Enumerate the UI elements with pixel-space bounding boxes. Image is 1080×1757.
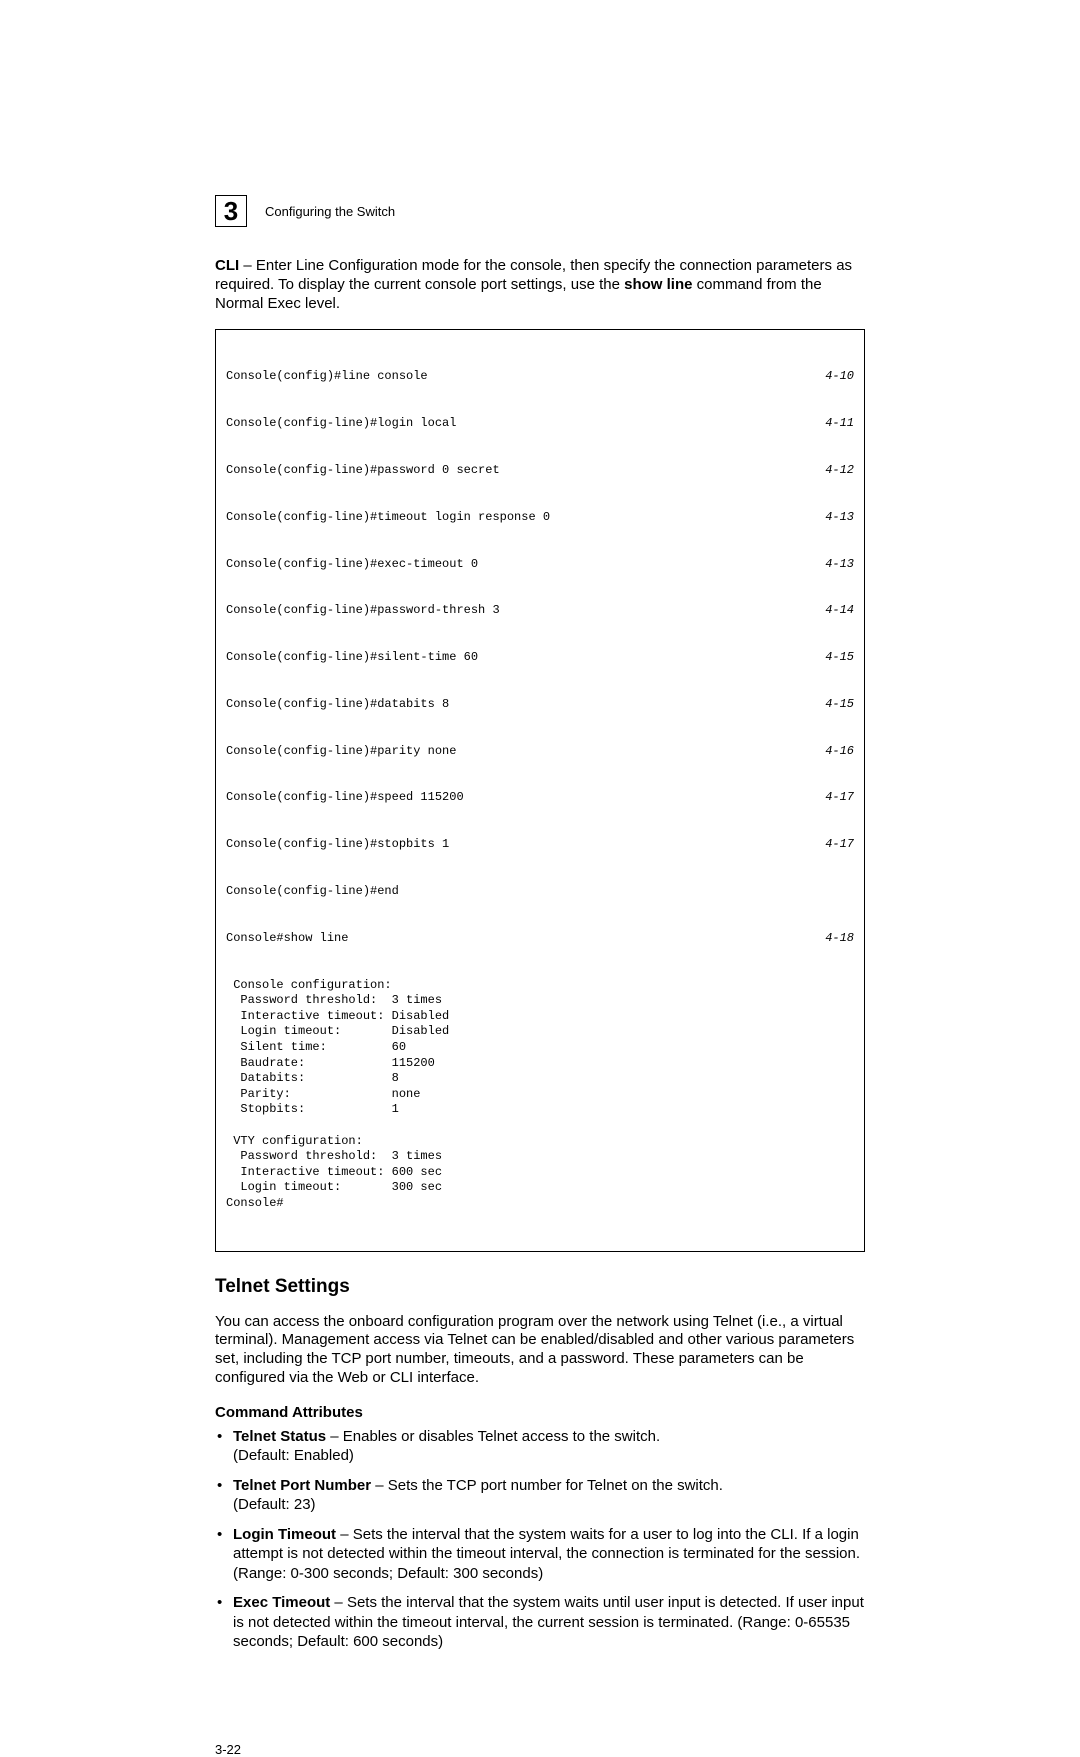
code-cmd: Console(config-line)#end bbox=[226, 884, 399, 900]
code-ref: 4-11 bbox=[825, 416, 854, 432]
page-number: 3-22 bbox=[215, 1742, 865, 1757]
code-ref: 4-15 bbox=[825, 650, 854, 666]
code-row: Console(config-line)#end bbox=[226, 884, 854, 900]
section-heading: Telnet Settings bbox=[215, 1276, 865, 1298]
code-row: Console(config-line)#databits 8 4-15 bbox=[226, 697, 854, 713]
code-ref: 4-12 bbox=[825, 463, 854, 479]
intro-show-line: show line bbox=[624, 276, 692, 293]
code-row: Console(config)#line console 4-10 bbox=[226, 369, 854, 385]
cli-code-block: Console(config)#line console 4-10 Console… bbox=[215, 329, 865, 1251]
code-row: Console(config-line)#password 0 secret 4-… bbox=[226, 463, 854, 479]
page-content: 3 Configuring the Switch CLI – Enter Lin… bbox=[0, 0, 1080, 1757]
code-ref: 4-17 bbox=[825, 837, 854, 853]
code-row: Console(config-line)#password-thresh 3 4-… bbox=[226, 603, 854, 619]
attr-name: Login Timeout bbox=[233, 1526, 336, 1543]
command-attributes-list: Telnet Status – Enables or disables Teln… bbox=[215, 1427, 865, 1652]
page-header: 3 Configuring the Switch bbox=[215, 195, 865, 227]
code-ref: 4-17 bbox=[825, 790, 854, 806]
code-row: Console(config-line)#timeout login respo… bbox=[226, 510, 854, 526]
code-cmd: Console(config-line)#password-thresh 3 bbox=[226, 603, 500, 619]
code-cmd: Console(config-line)#silent-time 60 bbox=[226, 650, 478, 666]
code-cmd: Console#show line bbox=[226, 931, 348, 947]
code-cmd: Console(config-line)#databits 8 bbox=[226, 697, 449, 713]
list-item: Login Timeout – Sets the interval that t… bbox=[215, 1525, 865, 1584]
list-item: Exec Timeout – Sets the interval that th… bbox=[215, 1593, 865, 1652]
code-cmd: Console(config-line)#login local bbox=[226, 416, 456, 432]
code-ref: 4-18 bbox=[825, 931, 854, 947]
code-cmd: Console(config-line)#parity none bbox=[226, 744, 456, 760]
code-cmd: Console(config)#line console bbox=[226, 369, 428, 385]
chapter-title: Configuring the Switch bbox=[265, 204, 395, 219]
chapter-number: 3 bbox=[224, 196, 238, 227]
attr-desc: – Enables or disables Telnet access to t… bbox=[326, 1428, 660, 1445]
attr-extra: (Default: 23) bbox=[233, 1496, 316, 1513]
code-cmd: Console(config-line)#exec-timeout 0 bbox=[226, 557, 478, 573]
list-item: Telnet Status – Enables or disables Teln… bbox=[215, 1427, 865, 1466]
code-ref: 4-16 bbox=[825, 744, 854, 760]
code-row: Console(config-line)#speed 115200 4-17 bbox=[226, 790, 854, 806]
code-row: Console(config-line)#parity none 4-16 bbox=[226, 744, 854, 760]
attr-name: Exec Timeout bbox=[233, 1594, 330, 1611]
code-cmd: Console(config-line)#stopbits 1 bbox=[226, 837, 449, 853]
code-row: Console(config-line)#login local 4-11 bbox=[226, 416, 854, 432]
attr-name: Telnet Port Number bbox=[233, 1477, 371, 1494]
code-ref: 4-13 bbox=[825, 510, 854, 526]
command-attributes-heading: Command Attributes bbox=[215, 1404, 865, 1421]
code-row: Console(config-line)#silent-time 60 4-15 bbox=[226, 650, 854, 666]
intro-paragraph: CLI – Enter Line Configuration mode for … bbox=[215, 257, 865, 313]
code-output: Console configuration: Password threshol… bbox=[226, 978, 854, 1212]
code-row: Console(config-line)#exec-timeout 0 4-13 bbox=[226, 557, 854, 573]
code-ref: 4-10 bbox=[825, 369, 854, 385]
code-row: Console#show line 4-18 bbox=[226, 931, 854, 947]
code-row: Console(config-line)#stopbits 1 4-17 bbox=[226, 837, 854, 853]
chapter-number-box: 3 bbox=[215, 195, 247, 227]
intro-cli-label: CLI bbox=[215, 257, 239, 274]
code-ref: 4-14 bbox=[825, 603, 854, 619]
attr-extra: (Default: Enabled) bbox=[233, 1447, 354, 1464]
attr-desc: – Sets the TCP port number for Telnet on… bbox=[371, 1477, 723, 1494]
code-cmd: Console(config-line)#speed 115200 bbox=[226, 790, 464, 806]
code-cmd: Console(config-line)#timeout login respo… bbox=[226, 510, 550, 526]
section-paragraph: You can access the onboard configuration… bbox=[215, 1313, 865, 1388]
code-cmd: Console(config-line)#password 0 secret bbox=[226, 463, 500, 479]
list-item: Telnet Port Number – Sets the TCP port n… bbox=[215, 1476, 865, 1515]
code-ref: 4-13 bbox=[825, 557, 854, 573]
code-ref: 4-15 bbox=[825, 697, 854, 713]
attr-name: Telnet Status bbox=[233, 1428, 326, 1445]
